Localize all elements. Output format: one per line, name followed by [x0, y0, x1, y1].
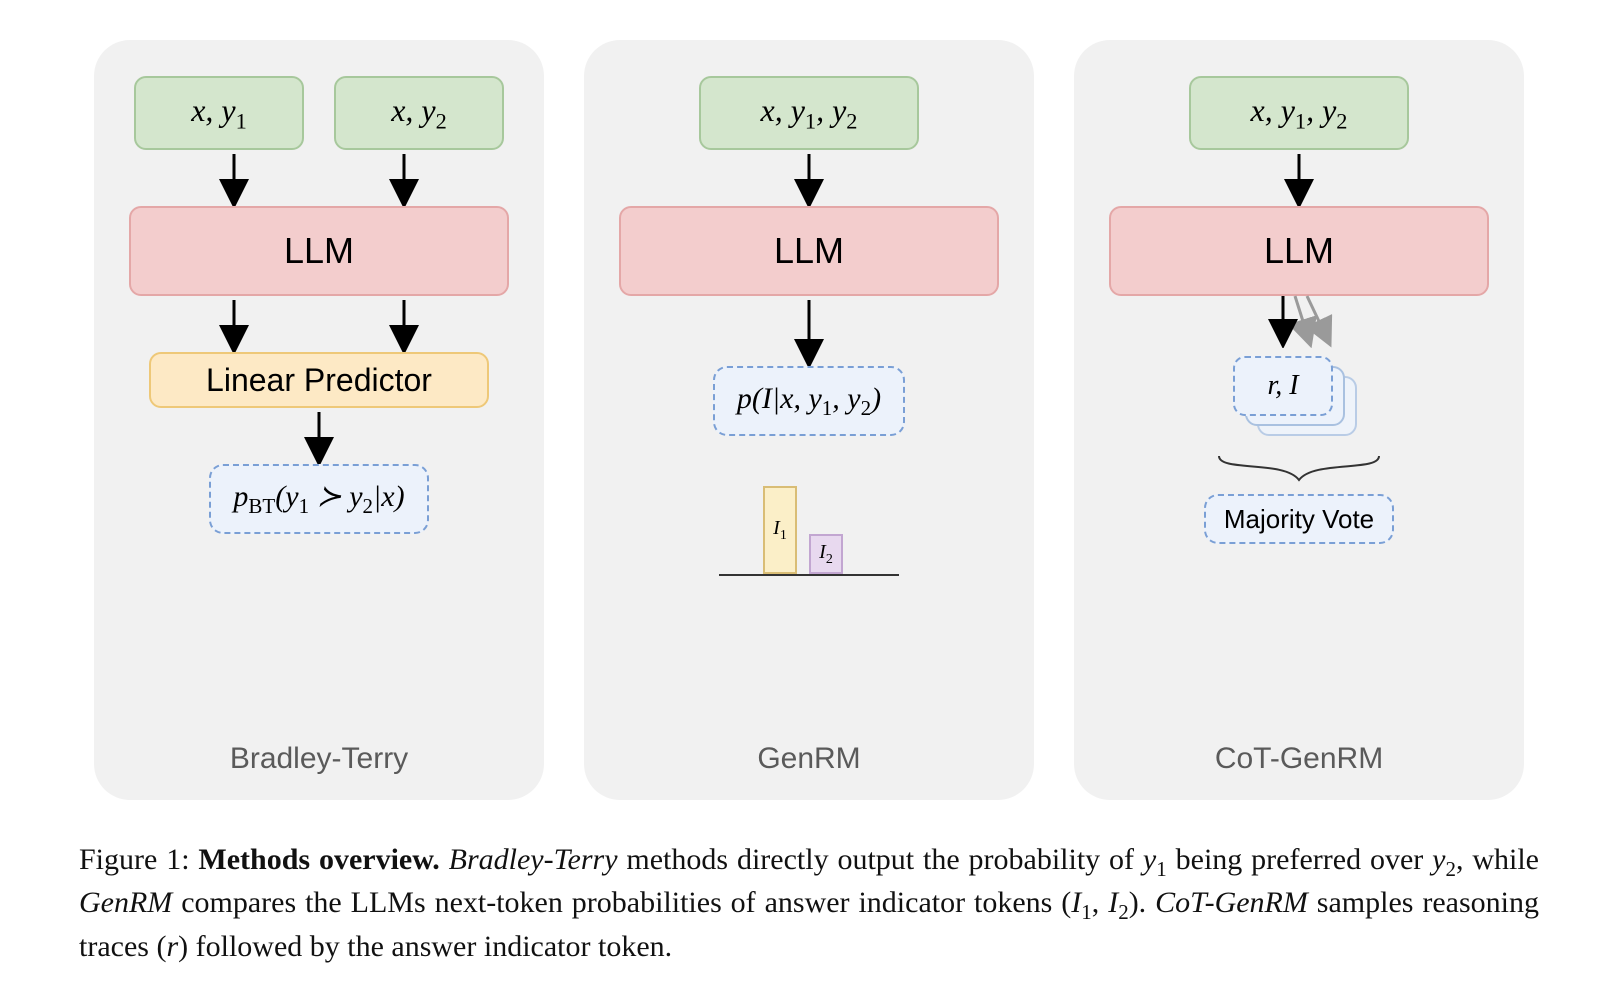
arrow-down-icon	[389, 296, 419, 352]
genrm-method-label: GenRM	[757, 724, 860, 776]
bt-linear-predictor: Linear Predictor	[149, 352, 489, 408]
arrow-down-icon	[304, 408, 334, 464]
cot-input-row: x, y1, y2	[1102, 76, 1496, 150]
genrm-arrow-to-llm	[612, 150, 1006, 206]
cot-sample-stack: r, I	[1229, 356, 1369, 446]
cot-input: x, y1, y2	[1189, 76, 1409, 150]
arrow-down-icon	[219, 150, 249, 206]
brace-down-icon	[1199, 450, 1399, 494]
cot-llm-box: LLM	[1109, 206, 1489, 296]
bt-input-2: x, y2	[334, 76, 504, 150]
genrm-arrow-to-output	[612, 296, 1006, 366]
panel-bradley-terry: x, y1 x, y2 LLM Linear Predictor pBT(y1 …	[94, 40, 544, 800]
cot-arrow-to-llm	[1102, 150, 1496, 206]
bt-method-label: Bradley-Terry	[230, 724, 408, 776]
bt-inputs-row: x, y1 x, y2	[122, 76, 516, 150]
panels-row: x, y1 x, y2 LLM Linear Predictor pBT(y1 …	[59, 40, 1559, 800]
bt-llm-box: LLM	[129, 206, 509, 296]
arrow-down-icon	[794, 150, 824, 206]
bt-arrows-to-linear	[122, 296, 516, 352]
arrow-down-icon	[794, 296, 824, 366]
panel-genrm: x, y1, y2 LLM p(I|x, y1, y2) I1 I2 GenRM	[584, 40, 1034, 800]
arrow-down-icon	[219, 296, 249, 352]
genrm-token-bars: I1 I2	[719, 466, 899, 576]
panel-cot-genrm: x, y1, y2 LLM r, I	[1074, 40, 1524, 800]
cot-brace	[1199, 450, 1399, 494]
cot-majority-vote: Majority Vote	[1204, 494, 1394, 544]
genrm-output-prob: p(I|x, y1, y2)	[713, 366, 905, 436]
genrm-bar-i2: I2	[809, 534, 843, 574]
bt-output-prob: pBT(y1 ≻ y2|x)	[209, 464, 428, 534]
arrow-down-icon	[1284, 150, 1314, 206]
bt-arrows-to-llm	[122, 150, 516, 206]
figure-container: x, y1 x, y2 LLM Linear Predictor pBT(y1 …	[59, 40, 1559, 967]
arrow-multi-icon	[1219, 292, 1379, 348]
cot-sample-card-1: r, I	[1233, 356, 1333, 416]
arrow-down-icon	[389, 150, 419, 206]
cot-multi-arrows	[1219, 292, 1379, 348]
genrm-input: x, y1, y2	[699, 76, 919, 150]
genrm-bar-i1: I1	[763, 486, 797, 574]
genrm-llm-box: LLM	[619, 206, 999, 296]
cot-method-label: CoT-GenRM	[1215, 724, 1383, 776]
bt-arrow-to-output	[122, 408, 516, 464]
genrm-bar-axis	[719, 574, 899, 576]
bt-input-1: x, y1	[134, 76, 304, 150]
genrm-input-row: x, y1, y2	[612, 76, 1006, 150]
figure-caption: Figure 1: Methods overview. Bradley-Terr…	[59, 840, 1559, 967]
